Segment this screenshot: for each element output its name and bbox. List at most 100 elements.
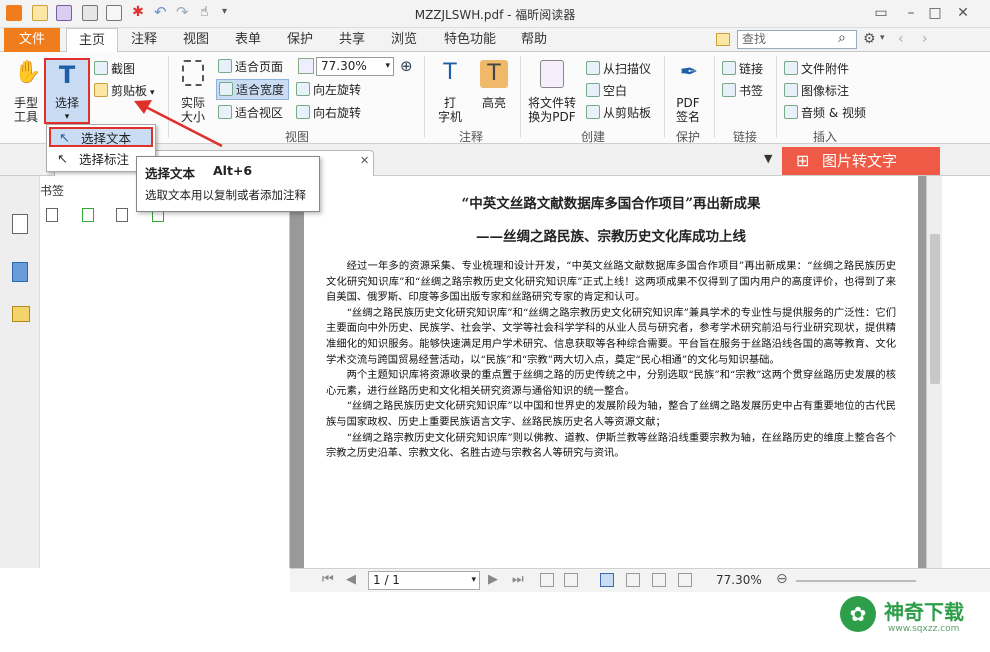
file-attachment-button[interactable]: 文件附件 bbox=[784, 60, 849, 77]
pdf-page[interactable]: “中英文丝路文献数据库多国合作项目”再出新成果 ——丝绸之路民族、宗教历史文化库… bbox=[304, 176, 918, 568]
convert-pdf-label: 将文件转 换为PDF bbox=[527, 96, 576, 124]
attachment-icon bbox=[784, 61, 798, 75]
tab-browse[interactable]: 浏览 bbox=[384, 28, 424, 52]
close-button[interactable]: ✕ bbox=[950, 3, 976, 23]
continuous-icon[interactable] bbox=[626, 573, 640, 587]
from-clipboard-label: 从剪贴板 bbox=[603, 106, 652, 120]
snapshot-label: 截图 bbox=[111, 62, 136, 76]
first-page-icon[interactable]: ⏮ bbox=[322, 572, 334, 587]
audio-video-button[interactable]: 音频 & 视频 bbox=[784, 104, 866, 121]
fit-visible-label: 适合视区 bbox=[235, 106, 284, 120]
facing-icon[interactable] bbox=[652, 573, 666, 587]
typewriter-button[interactable]: T 打 字机 bbox=[430, 56, 470, 128]
annotate-group-label: 注释 bbox=[458, 130, 483, 144]
from-clipboard-button[interactable]: 从剪贴板 bbox=[586, 104, 651, 121]
link-group-label: 链接 bbox=[732, 130, 757, 144]
blank-button[interactable]: 空白 bbox=[586, 82, 627, 99]
next-page-icon[interactable]: ▶ bbox=[488, 572, 498, 587]
fit-width-label: 适合宽度 bbox=[236, 83, 285, 97]
zoom-select[interactable]: 77.30% ▾ bbox=[316, 57, 394, 76]
comments-panel-icon[interactable] bbox=[12, 306, 30, 322]
hand-tool-button[interactable]: ✋ 手型 工具 bbox=[8, 56, 44, 128]
next-view-icon[interactable] bbox=[564, 573, 578, 587]
select-annotation-menu-label: 选择标注 bbox=[79, 152, 130, 167]
tab-home[interactable]: 主页 bbox=[66, 28, 118, 53]
fit-page-button[interactable]: 适合页面 bbox=[218, 58, 283, 75]
convert-pdf-icon bbox=[540, 60, 564, 88]
bookmark-label: 书签 bbox=[739, 84, 764, 98]
rotate-right-button[interactable]: 向右旋转 bbox=[296, 104, 361, 121]
nav-forward-icon[interactable]: › bbox=[922, 31, 928, 47]
zoom-out-status-icon[interactable]: ⊖ bbox=[776, 571, 788, 587]
document-paragraph: “丝绸之路民族历史文化研究知识库”和“丝绸之路宗教历史文化研究知识库”兼具学术的… bbox=[326, 306, 896, 366]
maximize-button[interactable]: □ bbox=[922, 3, 948, 23]
ribbon-tab-bar: 文件 主页 注释 视图 表单 保护 共享 浏览 特色功能 帮助 查找 ⌕ ⚙ ▾… bbox=[0, 28, 990, 53]
fit-page-label: 适合页面 bbox=[235, 60, 284, 74]
tab-view[interactable]: 视图 bbox=[176, 28, 216, 52]
create-group-label: 创建 bbox=[580, 130, 605, 144]
bookmark-button[interactable]: 书签 bbox=[722, 82, 763, 99]
restore-ribbon-icon[interactable]: ▭ bbox=[868, 3, 894, 23]
tooltip-shortcut: Alt+6 bbox=[213, 163, 253, 178]
rotate-left-button[interactable]: 向左旋转 bbox=[296, 81, 361, 98]
tab-features[interactable]: 特色功能 bbox=[436, 28, 504, 52]
select-label: 选择 bbox=[54, 96, 79, 110]
document-subtitle: ——丝绸之路民族、宗教历史文化库成功上线 bbox=[476, 229, 746, 245]
continuous-facing-icon[interactable] bbox=[678, 573, 692, 587]
chevron-down-icon[interactable]: ▾ bbox=[880, 33, 885, 43]
zoom-out-icon[interactable] bbox=[298, 58, 314, 74]
previous-view-icon[interactable] bbox=[540, 573, 554, 587]
search-icon[interactable]: ⌕ bbox=[838, 30, 846, 46]
single-page-icon[interactable] bbox=[600, 573, 614, 587]
tab-share[interactable]: 共享 bbox=[332, 28, 372, 52]
document-title: “中英文丝路文献数据库多国合作项目”再出新成果 bbox=[461, 196, 761, 212]
add-bookmark-icon[interactable] bbox=[82, 208, 94, 222]
last-page-icon[interactable]: ⏭ bbox=[512, 572, 524, 587]
bookmark-move-icon[interactable] bbox=[116, 208, 128, 222]
tab-protect[interactable]: 保护 bbox=[280, 28, 320, 52]
chevron-down-icon: ▾ bbox=[471, 575, 476, 585]
tab-form[interactable]: 表单 bbox=[228, 28, 268, 52]
document-paragraph: 经过一年多的资源采集、专业梳理和设计开发，“中英文丝路文献数据库多国合作项目”再… bbox=[326, 260, 896, 304]
link-button[interactable]: 链接 bbox=[722, 60, 763, 77]
highlight-button[interactable]: T 高亮 bbox=[474, 56, 514, 128]
cursor-annotation-icon: ↖ bbox=[57, 152, 68, 167]
close-tab-icon[interactable]: ✕ bbox=[360, 154, 369, 167]
snapshot-button[interactable]: 截图 bbox=[94, 60, 135, 77]
tab-list-dropdown-icon[interactable]: ▼ bbox=[764, 152, 772, 165]
tooltip-title: 选择文本 bbox=[145, 166, 196, 181]
zoom-slider[interactable] bbox=[796, 580, 916, 582]
bookmark-icon bbox=[722, 83, 736, 97]
tab-help[interactable]: 帮助 bbox=[514, 28, 554, 52]
link-icon bbox=[722, 61, 736, 75]
nav-back-icon[interactable]: ‹ bbox=[898, 31, 904, 47]
select-text-icon: T bbox=[58, 61, 76, 89]
scrollbar-thumb[interactable] bbox=[930, 234, 940, 384]
document-paragraph: “丝绸之路宗教历史文化研究知识库”则以佛教、道教、伊斯兰教等丝路沿线重要宗教为轴… bbox=[326, 431, 896, 460]
prev-page-icon[interactable]: ◀ bbox=[346, 572, 356, 587]
find-folder-icon[interactable] bbox=[716, 33, 730, 46]
image-to-text-banner[interactable]: ⊞ 图片转文字 bbox=[782, 147, 940, 175]
scanner-icon bbox=[586, 61, 600, 75]
pdf-sign-button[interactable]: ✒ PDF 签名 bbox=[668, 56, 708, 128]
pages-panel-icon[interactable] bbox=[12, 262, 28, 282]
bookmark-expand-icon[interactable] bbox=[46, 208, 58, 222]
typewriter-label: 打 字机 bbox=[437, 96, 462, 124]
select-dropdown-icon[interactable]: ▾ bbox=[46, 110, 88, 124]
convert-to-pdf-button[interactable]: 将文件转 换为PDF bbox=[524, 56, 580, 128]
from-scanner-button[interactable]: 从扫描仪 bbox=[586, 60, 651, 77]
select-button[interactable]: T 选择 ▾ bbox=[44, 58, 90, 124]
vertical-scrollbar[interactable] bbox=[926, 176, 942, 568]
status-bar: ⏮ ◀ 1 / 1 ▾ ▶ ⏭ 77.30% ⊖ bbox=[290, 568, 990, 592]
page-number-input[interactable]: 1 / 1 ▾ bbox=[368, 571, 480, 590]
blank-page-icon bbox=[586, 83, 600, 97]
minimize-button[interactable]: – bbox=[898, 3, 924, 23]
highlight-label: 高亮 bbox=[481, 96, 506, 110]
document-paragraph: “丝绸之路民族历史文化研究知识库”以中国和世界史的发展阶段为轴，整合了丝绸之路发… bbox=[326, 400, 896, 428]
zoom-in-icon[interactable]: ⊕ bbox=[400, 57, 413, 75]
tab-comment[interactable]: 注释 bbox=[124, 28, 164, 52]
gear-icon[interactable]: ⚙ bbox=[863, 31, 876, 47]
image-annotation-button[interactable]: 图像标注 bbox=[784, 82, 849, 99]
tab-file[interactable]: 文件 bbox=[4, 28, 60, 52]
bookmark-panel-icon[interactable] bbox=[12, 214, 28, 234]
